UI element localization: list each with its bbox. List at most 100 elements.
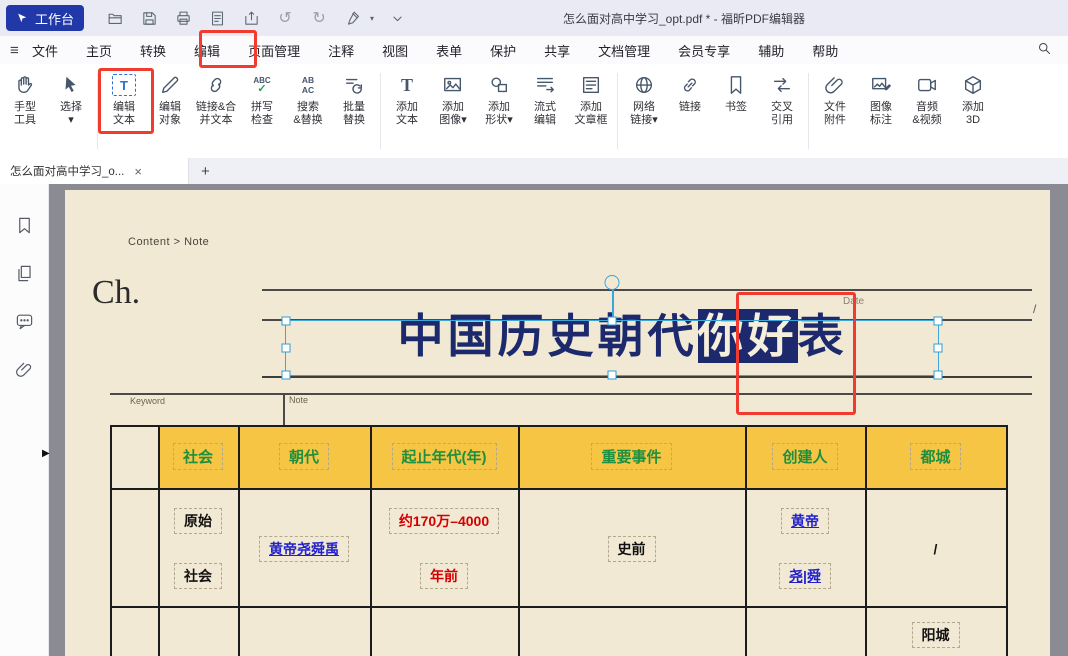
table-header-cell: 创建人 — [745, 425, 865, 488]
annotation-red-box-edit-text-tool — [98, 68, 154, 134]
menu-accessibility[interactable]: 辅助 — [758, 41, 784, 60]
selection-handle[interactable] — [608, 317, 617, 326]
tool-spellcheck[interactable]: ABC✓ 拼写 检查 — [239, 72, 285, 127]
tool-audio-video[interactable]: 音频 &视频 — [904, 72, 950, 127]
menu-view[interactable]: 视图 — [382, 41, 408, 60]
print-icon[interactable] — [172, 7, 194, 29]
tool-add-3d[interactable]: 添加 3D — [950, 72, 996, 127]
selection-handle[interactable] — [934, 371, 943, 380]
tool-label: 拼写 检查 — [251, 101, 273, 127]
attachment-panel-icon[interactable] — [13, 358, 35, 380]
table-border — [110, 488, 1008, 490]
tool-label: 添加 3D — [962, 101, 984, 127]
menu-doc-management[interactable]: 文档管理 — [598, 41, 650, 60]
selection-handle[interactable] — [934, 317, 943, 326]
print-page-icon[interactable] — [206, 7, 228, 29]
table-header-cell: 朝代 — [238, 425, 370, 488]
toolbar-separator — [808, 73, 809, 149]
tool-add-image[interactable]: 添加 图像▾ — [430, 72, 476, 127]
menu-file[interactable]: 文件 — [32, 41, 58, 60]
table-cell: 史前 — [518, 537, 745, 561]
selection-handle[interactable] — [608, 371, 617, 380]
batch-replace-icon — [343, 72, 365, 98]
select-cursor-icon — [60, 72, 82, 98]
pages-panel-icon[interactable] — [13, 262, 35, 284]
cross-reference-icon — [771, 72, 793, 98]
tool-label: 添加 图像▾ — [439, 101, 467, 127]
table-cell: 约170万–4000 — [370, 509, 518, 533]
ruled-line — [262, 289, 1032, 291]
menu-comment[interactable]: 注释 — [328, 41, 354, 60]
selection-handle[interactable] — [934, 344, 943, 353]
tool-bookmark[interactable]: 书签 — [713, 72, 759, 114]
date-value: / — [1033, 302, 1036, 316]
tool-label: 手型 工具 — [14, 101, 36, 127]
tool-add-article-box[interactable]: 添加 文章框 — [568, 72, 614, 127]
menu-protect[interactable]: 保护 — [490, 41, 516, 60]
tool-add-shape[interactable]: 添加 形状▾ — [476, 72, 522, 127]
audio-video-icon — [916, 72, 938, 98]
tool-add-text[interactable]: T 添加 文本 — [384, 72, 430, 127]
tool-label: 音频 &视频 — [912, 101, 941, 127]
tabbar: 怎么面对高中学习_o... × + — [0, 158, 1068, 184]
table-header-cell: 都城 — [865, 425, 1006, 488]
tool-hand[interactable]: 手型 工具 — [2, 72, 48, 127]
new-tab-button[interactable]: + — [189, 158, 222, 184]
document-tab[interactable]: 怎么面对高中学习_o... × — [0, 158, 189, 184]
rotation-handle[interactable] — [605, 275, 620, 290]
tool-flow-edit[interactable]: 流式 编辑 — [522, 72, 568, 127]
menu-help[interactable]: 帮助 — [812, 41, 838, 60]
search-icon[interactable] — [1037, 41, 1052, 59]
divider-line — [283, 393, 285, 425]
tool-cross-reference[interactable]: 交叉 引用 — [759, 72, 805, 127]
selection-handle[interactable] — [282, 317, 291, 326]
tool-label: 编辑 对象 — [159, 101, 181, 127]
note-label: Note — [289, 395, 308, 405]
comment-panel-icon[interactable] — [13, 310, 35, 332]
keyword-label: Keyword — [130, 396, 165, 406]
tool-select[interactable]: 选择 ▾ — [48, 72, 94, 127]
table-cell: / — [865, 537, 1006, 561]
table-cell: 社会 — [158, 564, 238, 588]
workspace-button[interactable]: 工作台 — [6, 5, 84, 31]
tool-search-replace[interactable]: ABAC 搜索 &替换 — [285, 72, 331, 127]
pdf-page[interactable]: Content > Note Ch. Date / Keyword Note 中… — [65, 190, 1050, 656]
tool-web-link[interactable]: 网络 链接▾ — [621, 72, 667, 127]
tool-label: 批量 替换 — [343, 101, 365, 127]
tool-label: 添加 形状▾ — [485, 101, 513, 127]
tool-link-merge-text[interactable]: 链接&合 并文本 — [193, 72, 239, 127]
tool-label: 流式 编辑 — [534, 101, 556, 127]
tool-label: 选择 ▾ — [60, 101, 82, 127]
ruled-line — [262, 376, 1032, 378]
menu-home[interactable]: 主页 — [86, 41, 112, 60]
tool-batch-replace[interactable]: 批量 替换 — [331, 72, 377, 127]
tab-close-icon[interactable]: × — [134, 164, 142, 179]
app-window: 工作台 ↺ ↻ ▾ 怎么面对高中学习_opt.pdf * - 福昕PDF编辑器 … — [0, 0, 1068, 656]
table-header-cell: 重要事件 — [518, 425, 745, 488]
tool-file-attachment[interactable]: 文件 附件 — [812, 72, 858, 127]
add-article-box-icon — [580, 72, 602, 98]
menu-form[interactable]: 表单 — [436, 41, 462, 60]
menu-membership[interactable]: 会员专享 — [678, 41, 730, 60]
image-annotation-icon — [870, 72, 892, 98]
open-folder-icon[interactable] — [104, 7, 126, 29]
hamburger-icon[interactable]: ≡ — [10, 42, 28, 59]
save-icon[interactable] — [138, 7, 160, 29]
titlebar: 工作台 ↺ ↻ ▾ 怎么面对高中学习_opt.pdf * - 福昕PDF编辑器 — [0, 0, 1068, 36]
window-title: 怎么面对高中学习_opt.pdf * - 福昕PDF编辑器 — [300, 10, 1068, 27]
table-cell: 年前 — [370, 564, 518, 588]
share-icon[interactable] — [240, 7, 262, 29]
menu-share[interactable]: 共享 — [544, 41, 570, 60]
undo-icon[interactable]: ↺ — [274, 7, 296, 29]
panel-expand-arrow-icon[interactable]: ▶ — [42, 448, 50, 459]
tool-label: 交叉 引用 — [771, 101, 793, 127]
tool-image-annotation[interactable]: 图像 标注 — [858, 72, 904, 127]
bookmark-panel-icon[interactable] — [13, 214, 35, 236]
tool-link[interactable]: 链接 — [667, 72, 713, 114]
selection-handle[interactable] — [282, 344, 291, 353]
menu-convert[interactable]: 转换 — [140, 41, 166, 60]
tool-label: 链接 — [679, 101, 701, 114]
table-cell: 黄帝尧舜禹 — [238, 537, 370, 561]
selection-handle[interactable] — [282, 371, 291, 380]
toolbar-separator — [380, 73, 381, 149]
